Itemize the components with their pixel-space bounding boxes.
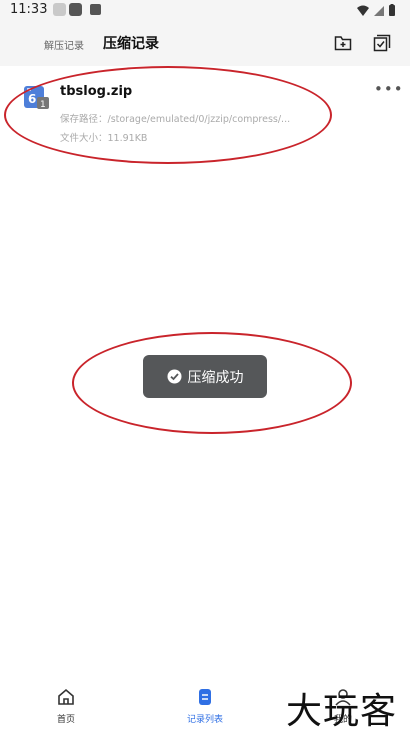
more-options-icon[interactable]: •••: [374, 80, 404, 98]
nav-records[interactable]: 记录列表: [175, 680, 235, 725]
nav-home-label: 首页: [56, 715, 75, 725]
status-time: 11:33: [10, 2, 48, 17]
record-list-icon: [199, 689, 211, 705]
signal-icon: [374, 6, 384, 16]
file-count-badge: 1: [40, 100, 46, 110]
wifi-icon: [357, 5, 369, 16]
zip-file-icon: 6 1: [24, 84, 50, 110]
watermark-logo: 大玩客: [286, 691, 398, 732]
tab-unzip-records[interactable]: 解压记录: [44, 37, 84, 52]
new-folder-icon[interactable]: [334, 34, 352, 52]
select-all-icon[interactable]: [373, 34, 391, 52]
tab-compress-records[interactable]: 压缩记录: [103, 33, 159, 53]
toast-text: 压缩成功: [187, 369, 244, 386]
notification-icon: [69, 3, 82, 16]
notification-icon: [53, 3, 66, 16]
status-bar: 11:33: [0, 0, 410, 20]
battery-icon: [389, 4, 395, 16]
save-path: 保存路径：/storage/emulated/0/jzzip/compress/…: [60, 114, 291, 125]
check-circle-icon: [167, 369, 181, 384]
record-list-item[interactable]: 6 1 tbslog.zip 保存路径：/storage/emulated/0/…: [0, 66, 410, 156]
file-size: 文件大小：11.91KB: [60, 133, 148, 144]
nav-home[interactable]: 首页: [36, 680, 96, 725]
notification-icon: [90, 4, 101, 15]
toast-message: 压缩成功: [143, 355, 267, 398]
file-name: tbslog.zip: [60, 84, 133, 99]
header: 解压记录 压缩记录: [0, 20, 410, 66]
svg-text:6: 6: [28, 92, 36, 106]
nav-records-label: 记录列表: [186, 715, 223, 725]
home-icon: [58, 688, 74, 705]
